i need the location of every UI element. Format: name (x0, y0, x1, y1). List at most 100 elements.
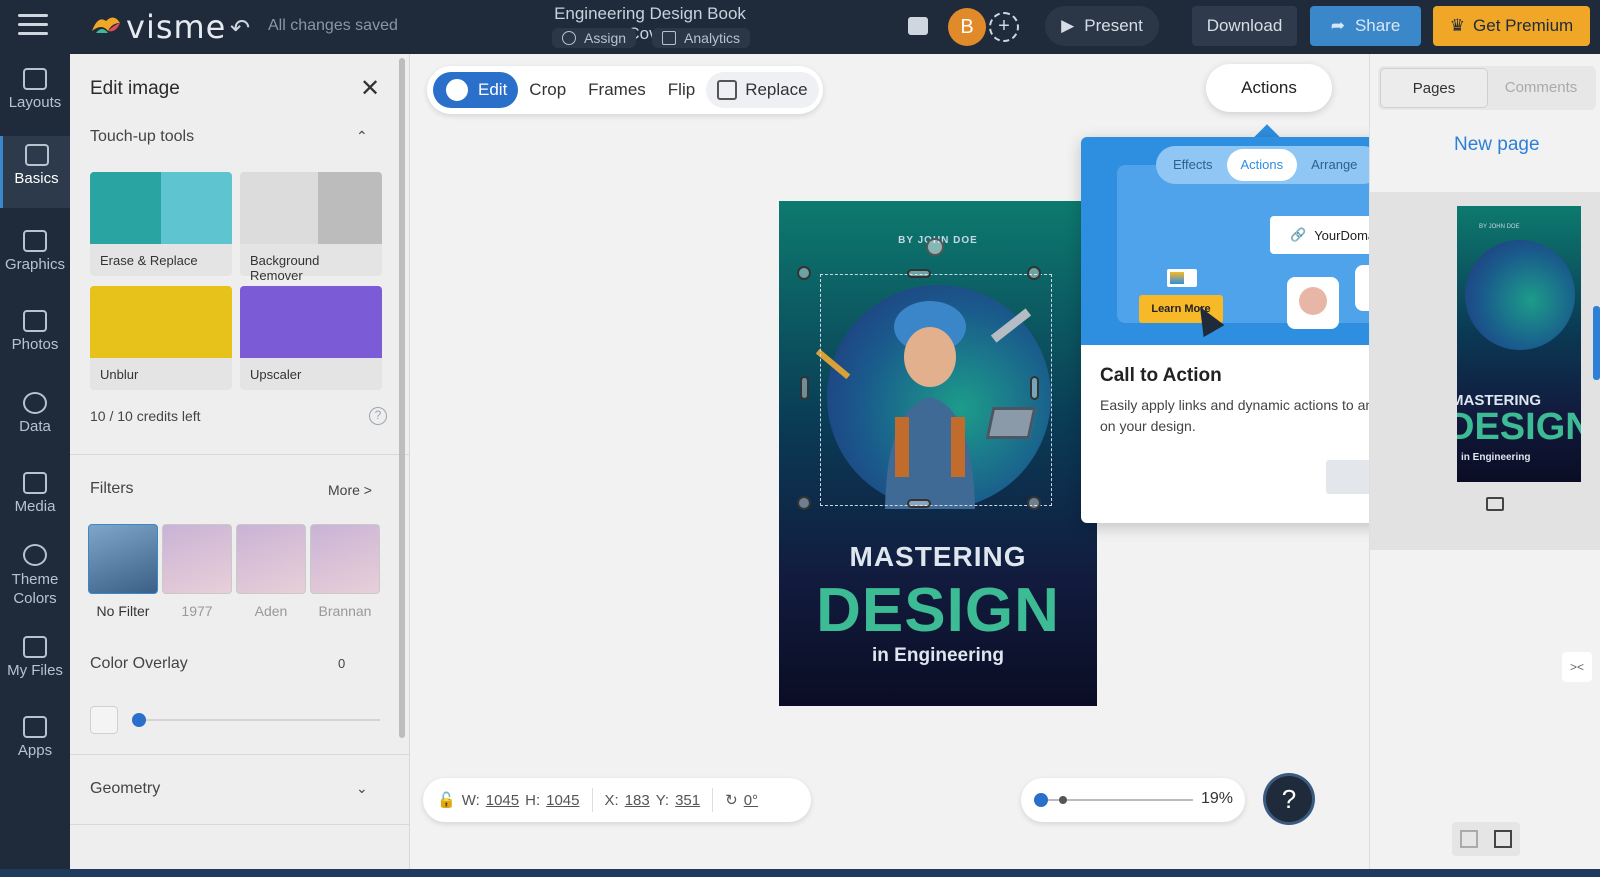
replace-icon (717, 80, 738, 100)
flip-button[interactable]: Flip (657, 72, 706, 108)
color-overlay-slider-handle[interactable] (132, 713, 146, 727)
filter-thumbnail (236, 524, 306, 594)
resize-handle-top-left[interactable] (797, 266, 811, 280)
divider (70, 454, 410, 455)
resize-handle-bottom-right[interactable] (1027, 496, 1041, 510)
share-button[interactable]: ➦ Share (1310, 6, 1421, 46)
x-input[interactable]: 183 (625, 792, 650, 809)
crop-button[interactable]: Crop (518, 72, 577, 108)
play-icon: ▶ (1061, 16, 1075, 35)
frames-button[interactable]: Frames (577, 72, 657, 108)
height-input[interactable]: 1045 (546, 792, 579, 809)
geometry-section-title[interactable]: Geometry (90, 780, 160, 798)
nav-item-graphics[interactable]: Graphics (0, 230, 70, 273)
filter-no-filter[interactable]: No Filter (88, 524, 158, 619)
width-input[interactable]: 1045 (486, 792, 519, 809)
tab-comments[interactable]: Comments (1488, 68, 1594, 108)
list-view-button[interactable] (1486, 822, 1520, 856)
nav-item-theme-colors[interactable]: Theme Colors (0, 544, 70, 608)
tool-upscaler[interactable]: Upscaler (240, 286, 382, 390)
replace-button[interactable]: Replace (706, 72, 819, 108)
video-avatar-icon (1287, 277, 1339, 329)
help-button[interactable]: ? (1266, 776, 1312, 822)
chevron-down-icon[interactable]: ⌄ (356, 780, 368, 797)
nav-item-photos[interactable]: Photos (0, 310, 70, 353)
touchup-section-title[interactable]: Touch-up tools (90, 128, 194, 146)
assign-button[interactable]: Assign (552, 28, 637, 48)
lock-icon[interactable]: 🔓 (437, 791, 456, 809)
new-page-button[interactable]: New page (1454, 134, 1540, 156)
grid-view-button[interactable] (1452, 822, 1486, 856)
apps-icon (23, 716, 47, 738)
image-toolbar: Edit Crop Frames Flip Replace (427, 66, 823, 114)
nav-item-apps[interactable]: Apps (0, 716, 70, 759)
resize-handle-top[interactable] (907, 269, 931, 278)
close-icon[interactable]: ✕ (360, 74, 380, 103)
panel-scrollbar[interactable] (399, 58, 405, 738)
visme-logo[interactable]: visme (88, 8, 226, 46)
color-overlay-swatch[interactable] (90, 706, 118, 734)
top-bar: visme ↶ All changes saved Engineering De… (0, 0, 1600, 54)
credits-left: 10 / 10 credits left (90, 408, 201, 424)
edit-button[interactable]: Edit (433, 72, 519, 108)
color-overlay-slider-track[interactable] (140, 719, 380, 721)
menu-icon[interactable] (18, 14, 48, 38)
rotate-handle-icon[interactable] (926, 238, 944, 256)
nav-item-data[interactable]: Data (0, 392, 70, 435)
edit-brush-icon (444, 77, 470, 103)
download-button[interactable]: Download (1192, 6, 1297, 46)
tab-pages[interactable]: Pages (1380, 68, 1488, 108)
user-avatar[interactable]: B (948, 8, 986, 46)
filter-1977[interactable]: 1977 (162, 524, 232, 619)
chevron-up-icon[interactable]: ⌃ (356, 128, 368, 145)
embed-code-icon[interactable]: >< (1562, 652, 1592, 682)
tool-unblur[interactable]: Unblur (90, 286, 232, 390)
resize-handle-bottom[interactable] (907, 499, 931, 508)
unblur-thumbnail (90, 286, 232, 358)
resize-handle-right[interactable] (1030, 376, 1039, 400)
link-icon: 🔗 (1290, 227, 1307, 242)
layouts-icon (23, 68, 47, 90)
nav-label: My Files (7, 662, 63, 679)
assign-icon (562, 31, 576, 45)
y-input[interactable]: 351 (675, 792, 700, 809)
resize-handle-bottom-left[interactable] (797, 496, 811, 510)
filter-thumbnail (88, 524, 158, 594)
nav-item-my-files[interactable]: My Files (0, 636, 70, 679)
nav-item-layouts[interactable]: Layouts (0, 68, 70, 111)
share-label: Share (1354, 16, 1401, 35)
nav-item-basics[interactable]: Basics (0, 136, 70, 208)
page-thumbnail[interactable]: BY JOHN DOE MASTERING DESIGN in Engineer… (1457, 206, 1581, 482)
divider (70, 824, 410, 825)
page-options-icon[interactable] (1486, 497, 1504, 511)
filter-aden[interactable]: Aden (236, 524, 306, 619)
zoom-slider-handle[interactable] (1034, 793, 1048, 807)
comments-icon[interactable] (908, 17, 928, 35)
add-collaborator-icon[interactable]: + (989, 12, 1019, 42)
selection-box (820, 274, 1052, 506)
get-premium-button[interactable]: ♛ Get Premium (1433, 6, 1590, 46)
width-label: W: (461, 791, 480, 809)
upscaler-thumbnail (240, 286, 382, 358)
analytics-button[interactable]: Analytics (652, 28, 751, 48)
save-status: All changes saved (268, 17, 398, 34)
tool-label: Upscaler (250, 367, 302, 382)
actions-button[interactable]: Actions (1206, 64, 1332, 112)
zoom-value[interactable]: 19% (1201, 790, 1233, 808)
list-icon (1494, 830, 1512, 848)
resize-handle-top-right[interactable] (1027, 266, 1041, 280)
filters-more-link[interactable]: More > (328, 482, 372, 498)
nav-item-media[interactable]: Media (0, 472, 70, 515)
nav-label: Theme Colors (11, 571, 59, 607)
rotation-input[interactable]: 0° (744, 792, 758, 809)
right-scroll-indicator[interactable] (1593, 306, 1600, 380)
undo-icon[interactable]: ↶ (230, 14, 250, 43)
filter-brannan[interactable]: Brannan (310, 524, 380, 619)
x-label: X: (604, 791, 619, 809)
tool-erase-replace[interactable]: Erase & Replace (90, 172, 232, 276)
bottom-strip (0, 869, 1600, 877)
resize-handle-left[interactable] (800, 376, 809, 400)
credits-help-icon[interactable]: ? (369, 407, 387, 425)
tool-background-remover[interactable]: Background Remover (240, 172, 382, 283)
present-button[interactable]: ▶ Present (1045, 6, 1159, 46)
